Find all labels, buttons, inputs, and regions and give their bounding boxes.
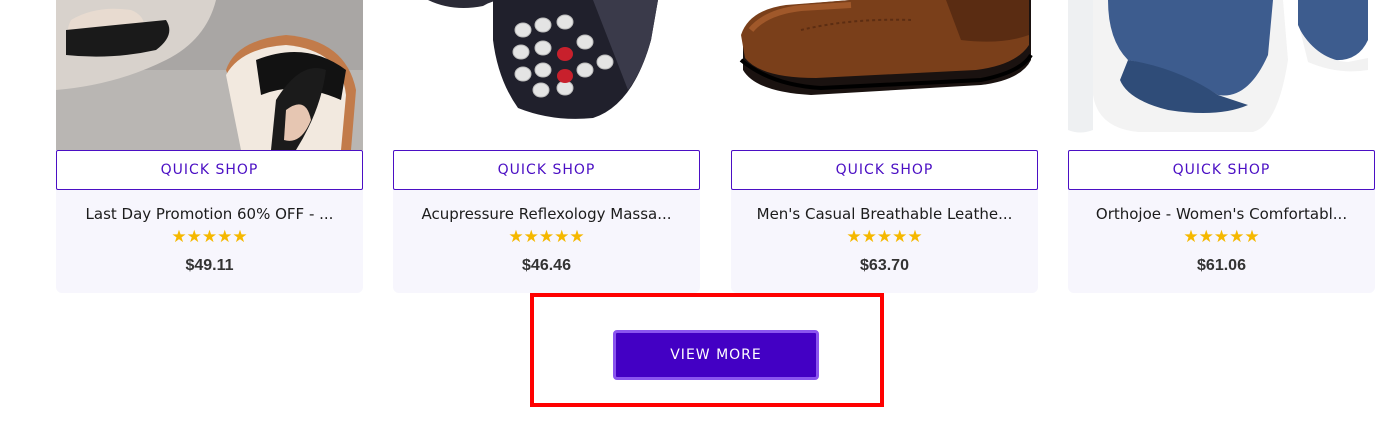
product-title[interactable]: Last Day Promotion 60% OFF - ... <box>68 205 351 223</box>
rating-stars-icon: ★★★★★ <box>846 227 923 246</box>
rating-stars-icon: ★★★★★ <box>1183 227 1260 246</box>
rating-stars-icon: ★★★★★ <box>171 227 248 246</box>
product-image[interactable] <box>56 0 363 150</box>
product-card[interactable]: QUICK SHOP Men's Casual Breathable Leath… <box>731 0 1038 293</box>
product-price: $46.46 <box>522 257 571 274</box>
view-more-button[interactable]: VIEW MORE <box>613 330 819 380</box>
rating-stars-icon: ★★★★★ <box>508 227 585 246</box>
product-image[interactable] <box>393 0 700 150</box>
product-title[interactable]: Men's Casual Breathable Leathe... <box>743 205 1026 223</box>
product-title[interactable]: Orthojoe - Women's Comfortabl... <box>1080 205 1363 223</box>
product-price: $49.11 <box>185 257 234 274</box>
product-grid-page: QUICK SHOP Last Day Promotion 60% OFF - … <box>0 0 1384 421</box>
leather-loafer-image-icon <box>739 0 1033 95</box>
product-price: $61.06 <box>1197 257 1246 274</box>
quick-shop-button[interactable]: QUICK SHOP <box>731 150 1038 190</box>
product-card[interactable]: QUICK SHOP Last Day Promotion 60% OFF - … <box>56 0 363 293</box>
quick-shop-button[interactable]: QUICK SHOP <box>56 150 363 190</box>
product-card[interactable]: QUICK SHOP Orthojoe - Women's Comfortabl… <box>1068 0 1375 293</box>
knit-sandal-image-icon <box>1068 0 1375 150</box>
quick-shop-button[interactable]: QUICK SHOP <box>393 150 700 190</box>
massage-slipper-image-icon <box>428 0 658 119</box>
quick-shop-button[interactable]: QUICK SHOP <box>1068 150 1375 190</box>
sandal-image-icon <box>56 0 363 150</box>
product-price: $63.70 <box>860 257 909 274</box>
product-image[interactable] <box>731 0 1038 150</box>
product-card[interactable]: QUICK SHOP Acupressure Reflexology Massa… <box>393 0 700 293</box>
product-image[interactable] <box>1068 0 1375 150</box>
product-title[interactable]: Acupressure Reflexology Massa... <box>405 205 688 223</box>
